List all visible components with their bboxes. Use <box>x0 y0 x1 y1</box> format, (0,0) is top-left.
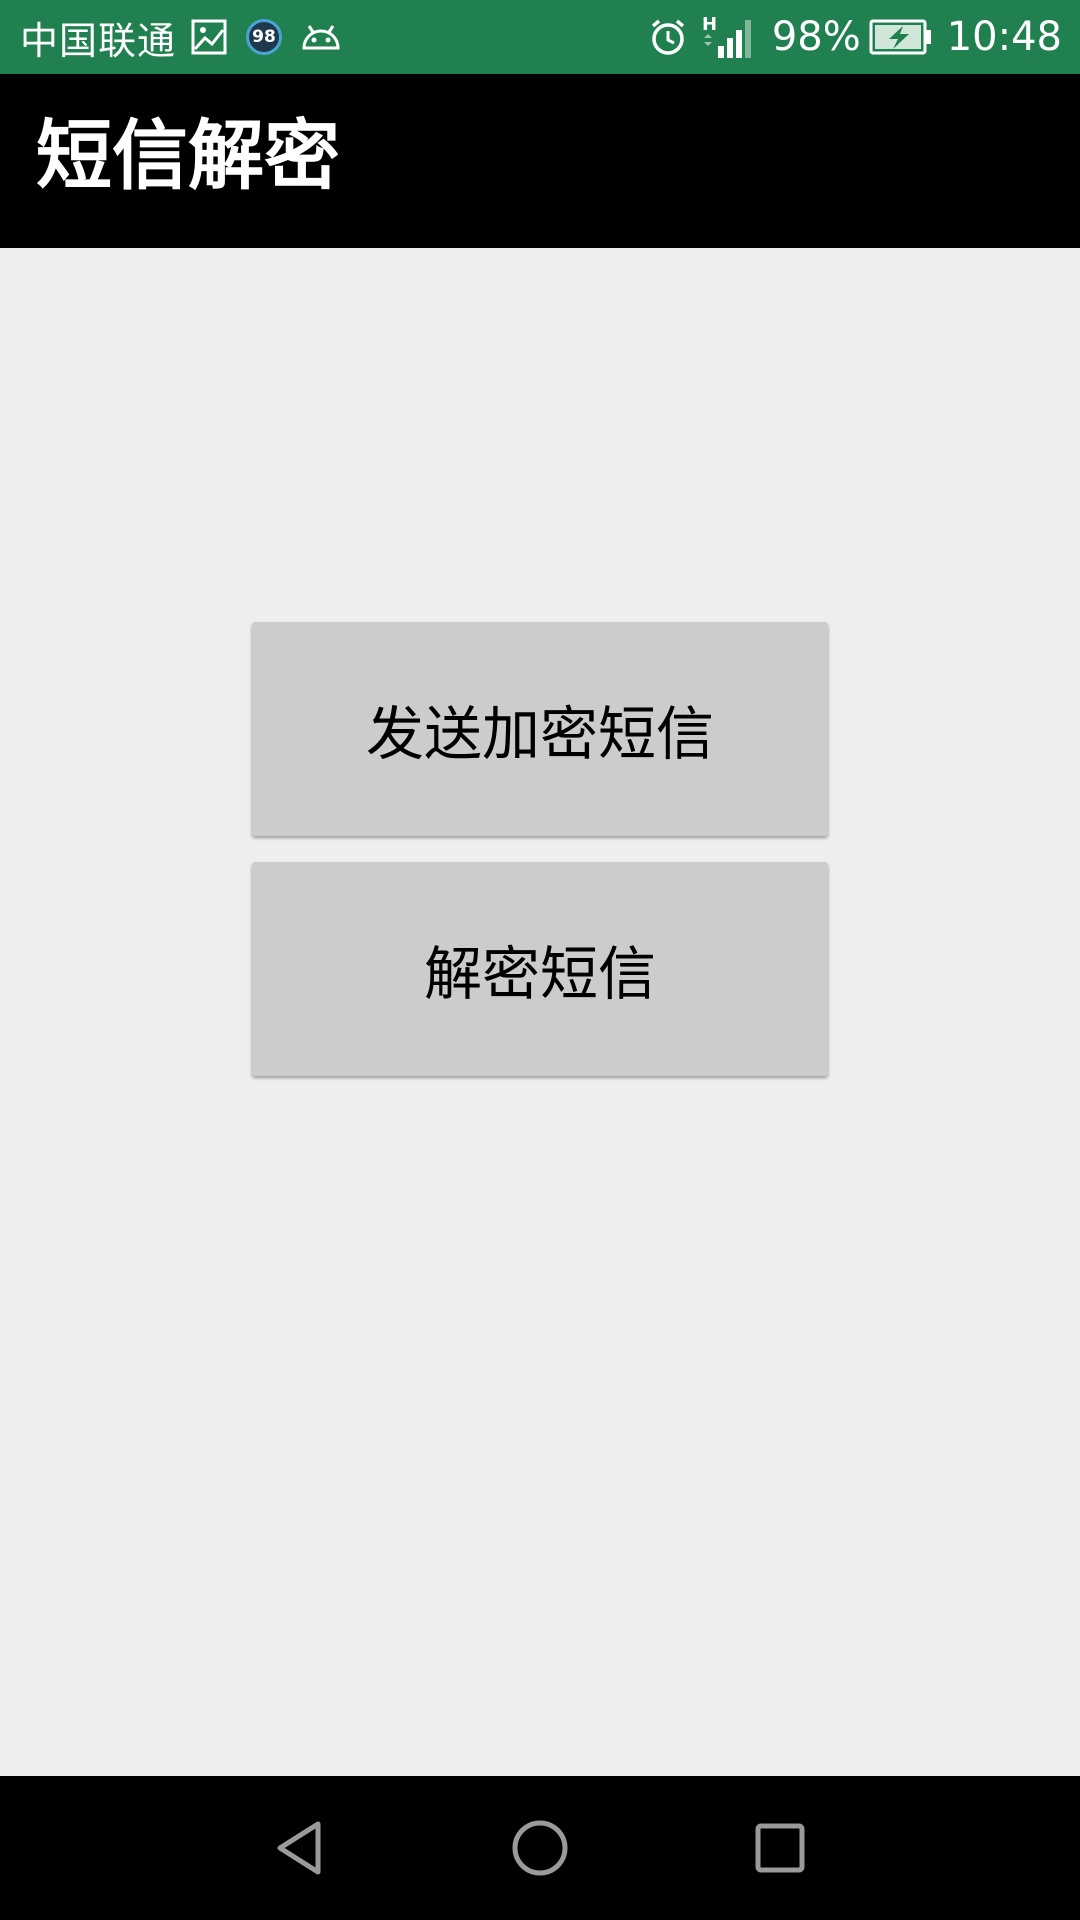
status-bar-left: 中国联通 98 <box>20 10 342 65</box>
back-icon[interactable] <box>264 1812 336 1884</box>
alarm-icon <box>648 17 688 57</box>
signal-icon: H <box>700 14 756 60</box>
page-title: 短信解密 <box>36 111 340 200</box>
home-icon[interactable] <box>504 1812 576 1884</box>
recents-icon[interactable] <box>744 1812 816 1884</box>
gallery-icon <box>190 18 228 56</box>
navigation-bar <box>0 1776 1080 1920</box>
android-icon <box>300 22 342 52</box>
battery-percent: 98% <box>771 14 861 60</box>
battery-charging-icon <box>869 18 933 56</box>
app-bar: 短信解密 <box>0 74 1080 248</box>
decrypt-sms-button[interactable]: 解密短信 <box>252 862 828 1076</box>
clock: 10:48 <box>946 14 1062 60</box>
carrier-name: 中国联通 <box>20 18 177 63</box>
notification-badge: 98 <box>246 19 283 55</box>
status-bar-right: H 98% 10:48 <box>634 14 1062 60</box>
send-encrypted-sms-button[interactable]: 发送加密短信 <box>252 622 828 836</box>
network-type-label: H <box>702 14 717 35</box>
status-bar: 中国联通 98 H 98% 10:48 <box>0 0 1080 74</box>
